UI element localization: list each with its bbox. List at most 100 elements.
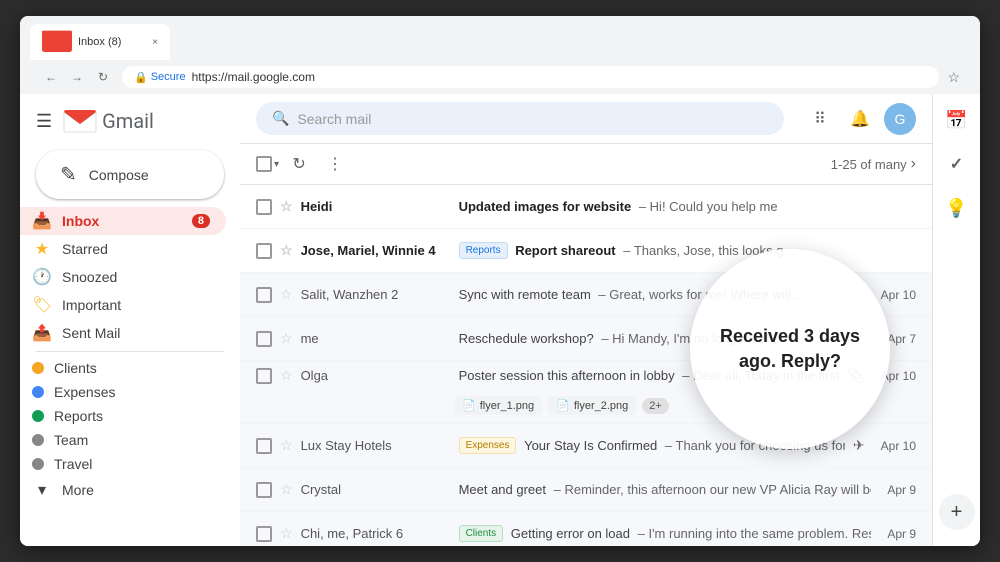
email-date: Apr 7	[887, 332, 916, 346]
star-icon[interactable]: ☆	[280, 525, 293, 542]
attachment-name: flyer_2.png	[574, 400, 628, 412]
sidebar-item-travel[interactable]: Travel	[20, 452, 226, 476]
tab-favicon	[42, 30, 72, 54]
sidebar-item-team[interactable]: Team	[20, 428, 226, 452]
more-actions-button[interactable]: ⋮	[319, 148, 351, 180]
bookmark-icon[interactable]: ☆	[947, 69, 960, 86]
star-icon[interactable]: ☆	[280, 286, 293, 303]
email-row[interactable]: ☆ Heidi Updated images for website – Hi!…	[240, 185, 932, 229]
sender-name: me	[301, 331, 451, 346]
account-avatar[interactable]: G	[884, 103, 916, 135]
star-icon[interactable]: ☆	[280, 437, 293, 454]
inbox-badge: 8	[192, 214, 210, 228]
snoozed-icon: 🕐	[32, 267, 52, 287]
sender-name: Olga	[301, 368, 451, 383]
top-actions: ⠿ 🔔 G	[804, 103, 916, 135]
tab-close-button[interactable]: ×	[152, 37, 158, 48]
next-page-button[interactable]: ›	[911, 155, 916, 173]
tooltip-text: Received 3 days ago. Reply?	[690, 304, 890, 394]
email-row[interactable]: ☆ Crystal Meet and greet – Reminder, thi…	[240, 468, 932, 512]
star-icon[interactable]: ☆	[280, 330, 293, 347]
email-subject: Sync with remote team	[459, 287, 591, 302]
sender-name: Heidi	[301, 199, 451, 214]
sidebar-label-travel: Travel	[54, 456, 210, 472]
keep-sidebar-button[interactable]: 💡	[939, 190, 975, 226]
sidebar-label-starred: Starred	[62, 241, 210, 257]
sidebar-item-sent[interactable]: 📤 Sent Mail	[20, 319, 226, 347]
email-checkbox[interactable]	[256, 438, 272, 454]
email-toolbar: ▾ ↻ ⋮ 1-25 of many ›	[240, 144, 932, 185]
star-icon[interactable]: ☆	[280, 367, 293, 384]
compose-button[interactable]: ✎ Compose	[36, 150, 224, 199]
tooltip-circle: Received 3 days ago. Reply?	[690, 249, 890, 449]
star-icon[interactable]: ☆	[280, 242, 293, 259]
sidebar: ☰ Gmail ✎ Compose 📥	[20, 94, 240, 546]
email-subject: Your Stay Is Confirmed	[520, 438, 657, 453]
attachment-chip[interactable]: 📄 flyer_1.png	[454, 396, 542, 415]
sent-icon: 📤	[32, 323, 52, 343]
sidebar-item-clients[interactable]: Clients	[20, 356, 226, 380]
forward-button[interactable]: →	[66, 66, 88, 88]
add-sidebar-button[interactable]: +	[939, 494, 975, 530]
sidebar-item-snoozed[interactable]: 🕐 Snoozed	[20, 263, 226, 291]
sidebar-label-snoozed: Snoozed	[62, 269, 210, 285]
refresh-button[interactable]: ↻	[92, 66, 114, 88]
address-bar-field[interactable]: 🔒 Secure https://mail.google.com	[122, 66, 939, 88]
compose-label: Compose	[89, 167, 149, 183]
tasks-sidebar-button[interactable]: ✓	[939, 146, 975, 182]
page-info: 1-25 of many ›	[831, 155, 916, 173]
attachment-name: flyer_1.png	[480, 400, 534, 412]
email-subject: Reschedule workshop?	[459, 331, 594, 346]
tab-title: Inbox (8)	[78, 36, 121, 48]
expenses-dot	[32, 386, 44, 398]
apps-button[interactable]: ⠿	[804, 103, 836, 135]
email-checkbox[interactable]	[256, 526, 272, 542]
email-row[interactable]: ☆ Chi, me, Patrick 6 Clients Getting err…	[240, 512, 932, 546]
email-preview: – Hi! Could you help me	[635, 199, 777, 214]
email-checkbox[interactable]	[256, 287, 272, 303]
email-subject: Report shareout	[512, 243, 616, 258]
select-all-checkbox[interactable]	[256, 156, 272, 172]
email-checkbox[interactable]	[256, 199, 272, 215]
email-subject: Meet and greet	[459, 482, 546, 497]
sidebar-item-starred[interactable]: ★ Starred	[20, 235, 226, 263]
calendar-sidebar-button[interactable]: 📅	[939, 102, 975, 138]
search-toolbar: 🔍 Search mail ⠿ 🔔 G	[240, 94, 932, 144]
select-dropdown-arrow[interactable]: ▾	[274, 159, 279, 170]
attachment-count: 2+	[642, 398, 669, 414]
tooltip-overlay: Received 3 days ago. Reply?	[690, 249, 890, 449]
sidebar-label-inbox: Inbox	[62, 213, 182, 229]
browser-tab[interactable]: Inbox (8) ×	[30, 24, 170, 60]
starred-icon: ★	[32, 239, 52, 259]
email-subject: Poster session this afternoon in lobby	[459, 368, 675, 383]
star-icon[interactable]: ☆	[280, 481, 293, 498]
sidebar-item-important[interactable]: 🏷 Important	[20, 291, 226, 319]
sender-name: Salit, Wanzhen 2	[301, 287, 451, 302]
sidebar-item-inbox[interactable]: 📥 Inbox 8	[20, 207, 226, 235]
notifications-button[interactable]: 🔔	[844, 103, 876, 135]
star-icon[interactable]: ☆	[280, 198, 293, 215]
email-date: Apr 9	[887, 483, 916, 497]
email-checkbox[interactable]	[256, 482, 272, 498]
hamburger-icon[interactable]: ☰	[36, 111, 52, 132]
reports-dot	[32, 410, 44, 422]
attachment-chip[interactable]: 📄 flyer_2.png	[548, 396, 636, 415]
select-all-area[interactable]: ▾	[256, 156, 279, 172]
back-button[interactable]: ←	[40, 66, 62, 88]
sidebar-label-important: Important	[62, 297, 210, 313]
email-preview: – I'm running into the same problem. Res…	[634, 526, 871, 541]
sidebar-item-reports[interactable]: Reports	[20, 404, 226, 428]
sidebar-label-reports: Reports	[54, 408, 210, 424]
email-checkbox[interactable]	[256, 331, 272, 347]
sender-name: Lux Stay Hotels	[301, 438, 451, 453]
gmail-logo-icon	[62, 108, 98, 134]
email-checkbox[interactable]	[256, 368, 272, 384]
search-bar[interactable]: 🔍 Search mail	[256, 102, 784, 135]
url-text: https://mail.google.com	[192, 70, 315, 84]
sidebar-item-more[interactable]: ▾ More	[20, 476, 226, 504]
sidebar-label-more: More	[62, 482, 210, 498]
email-checkbox[interactable]	[256, 243, 272, 259]
refresh-emails-button[interactable]: ↻	[283, 148, 315, 180]
sidebar-item-expenses[interactable]: Expenses	[20, 380, 226, 404]
gmail-logo: Gmail	[62, 108, 154, 134]
